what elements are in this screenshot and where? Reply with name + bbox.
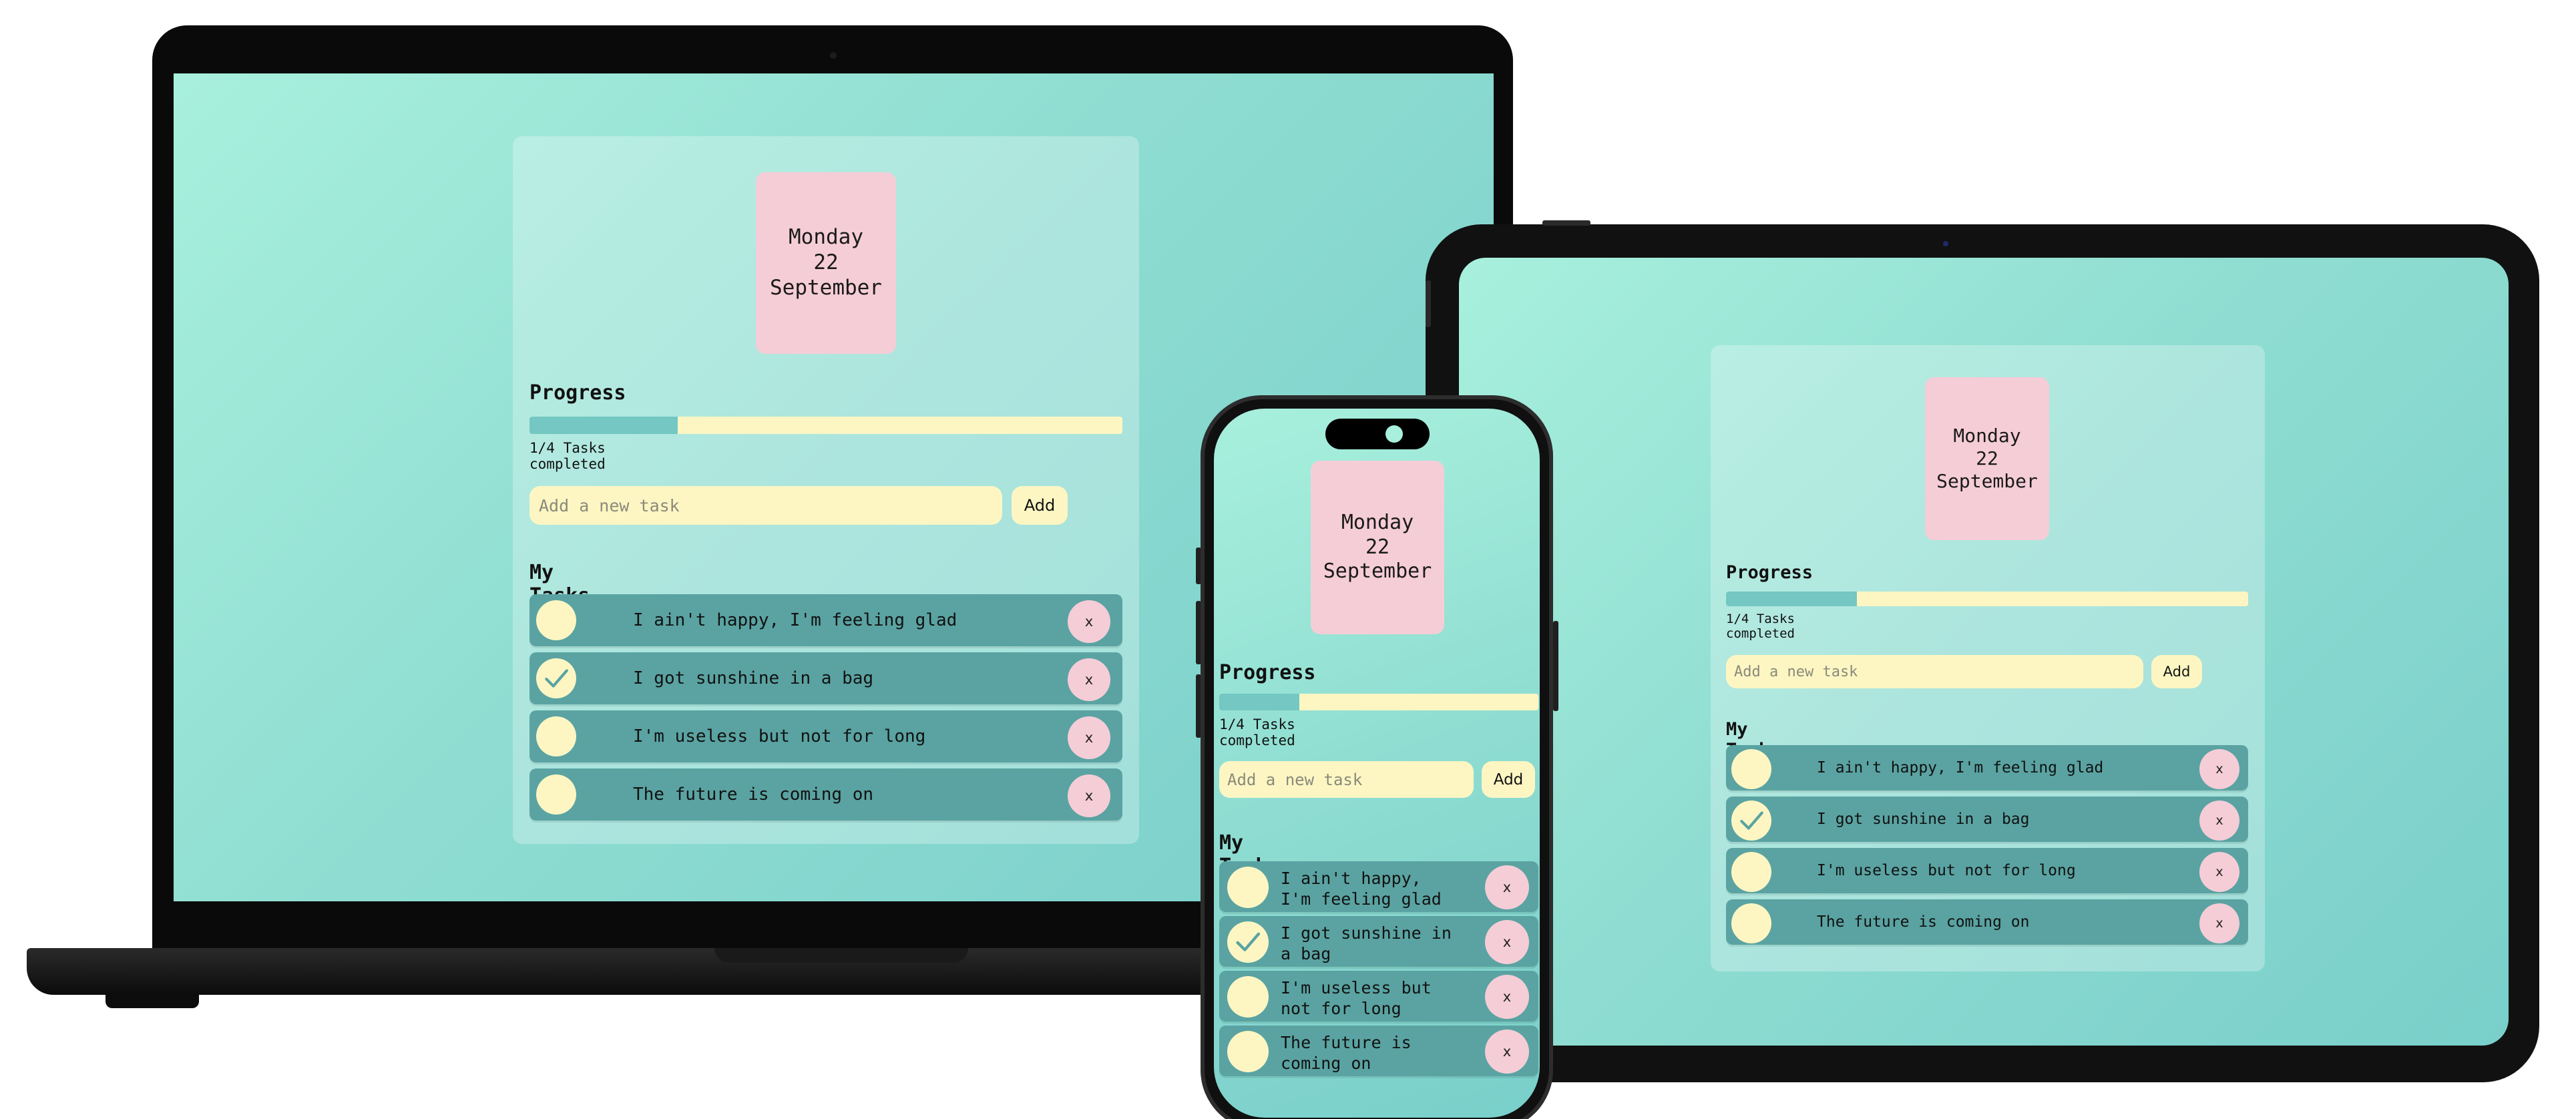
add-task-button[interactable]: Add [1482,761,1535,798]
task-row[interactable]: I ain't happy, I'm feeling glad x [1219,861,1538,912]
task-label: The future is coming on [633,785,874,805]
task-checkbox[interactable] [1227,1031,1269,1072]
tablet-top-button [1542,220,1590,226]
task-label: I'm useless but not for long [1817,862,2076,879]
delete-task-button[interactable]: x [1068,716,1110,759]
tablet-camera [1943,241,1948,246]
task-checkbox[interactable] [536,774,576,815]
add-task-button[interactable]: Add [1012,486,1068,525]
delete-task-button[interactable]: x [2199,903,2239,943]
task-label: The future is coming on [1817,913,2030,931]
task-row[interactable]: I got sunshine in a bag x [1219,916,1538,967]
date-tile: Monday 22 September [1925,377,2049,540]
delete-task-button[interactable]: x [1485,920,1529,964]
checkmark-icon [1740,811,1763,830]
date-month: September [1936,470,2038,493]
progress-bar-fill [1219,694,1299,710]
date-weekday: Monday [1341,511,1414,535]
progress-caption: 1/4 Tasks completed [1219,716,1295,748]
task-label: I ain't happy, I'm feeling glad [633,610,957,630]
progress-caption: 1/4 Tasks completed [529,440,606,472]
date-day: 22 [1365,535,1390,559]
task-row[interactable]: I'm useless but not for long x [1726,848,2248,893]
date-month: September [1323,560,1432,584]
task-row[interactable]: The future is coming on x [529,768,1122,821]
task-row[interactable]: The future is coming on x [1219,1026,1538,1076]
date-day: 22 [1976,447,1998,469]
new-task-input[interactable] [529,486,1002,525]
task-label: I'm useless but not for long [1281,978,1432,1019]
task-checkbox[interactable] [1227,867,1269,908]
progress-bar-fill [1726,592,1857,606]
new-task-input[interactable] [1726,655,2143,688]
delete-task-button[interactable]: x [1068,658,1110,701]
laptop-foot [105,993,199,1008]
date-tile: Monday 22 September [756,172,896,354]
progress-caption: 1/4 Tasks completed [1726,612,1795,641]
checkmark-icon [545,669,568,688]
task-label: I'm useless but not for long [633,726,926,746]
delete-task-button[interactable]: x [1068,600,1110,643]
task-label: I got sunshine in a bag [1817,811,2030,828]
task-row[interactable]: I'm useless but not for long x [529,710,1122,762]
checkmark-icon [1236,932,1261,952]
phone-dynamic-island [1325,419,1430,449]
delete-task-button[interactable]: x [1485,1030,1529,1074]
new-task-input[interactable] [1219,761,1474,798]
task-row[interactable]: I ain't happy, I'm feeling glad x [529,594,1122,646]
task-row[interactable]: The future is coming on x [1726,899,2248,945]
task-label: I got sunshine in a bag [633,668,874,688]
delete-task-button[interactable]: x [1485,975,1529,1019]
add-task-button[interactable]: Add [2151,655,2202,688]
progress-bar [529,417,1122,434]
date-day: 22 [813,250,839,275]
phone-power-button [1553,621,1558,711]
task-row[interactable]: I got sunshine in a bag x [529,652,1122,704]
task-label: I ain't happy, I'm feeling glad [1281,869,1442,909]
task-label: I got sunshine in a bag [1281,923,1452,964]
task-checkbox[interactable] [1731,903,1771,943]
tablet-side-button [1426,280,1431,327]
task-checkbox[interactable] [536,658,576,698]
task-checkbox[interactable] [536,716,576,756]
progress-bar-fill [529,417,678,434]
task-checkbox[interactable] [1731,852,1771,892]
delete-task-button[interactable]: x [2199,749,2239,789]
progress-bar [1219,694,1538,710]
delete-task-button[interactable]: x [2199,852,2239,892]
task-checkbox[interactable] [1227,921,1269,963]
laptop-camera [830,52,837,59]
date-month: September [770,275,882,300]
task-checkbox[interactable] [536,600,576,640]
progress-title: Progress [1726,562,1813,583]
delete-task-button[interactable]: x [1068,774,1110,817]
task-row[interactable]: I'm useless but not for long x [1219,971,1538,1022]
date-tile: Monday 22 September [1311,461,1444,634]
task-label: The future is coming on [1281,1033,1412,1074]
phone-front-camera [1385,425,1403,443]
task-checkbox[interactable] [1227,976,1269,1018]
progress-title: Progress [1219,661,1316,684]
date-weekday: Monday [1953,424,2021,447]
task-checkbox[interactable] [1731,749,1771,789]
task-row[interactable]: I got sunshine in a bag x [1726,797,2248,842]
date-weekday: Monday [789,225,863,250]
delete-task-button[interactable]: x [1485,865,1529,909]
task-checkbox[interactable] [1731,801,1771,841]
progress-title: Progress [529,381,626,405]
delete-task-button[interactable]: x [2199,801,2239,841]
task-row[interactable]: I ain't happy, I'm feeling glad x [1726,745,2248,791]
task-label: I ain't happy, I'm feeling glad [1817,759,2104,776]
progress-bar [1726,592,2248,606]
laptop-hinge-notch [714,948,968,963]
